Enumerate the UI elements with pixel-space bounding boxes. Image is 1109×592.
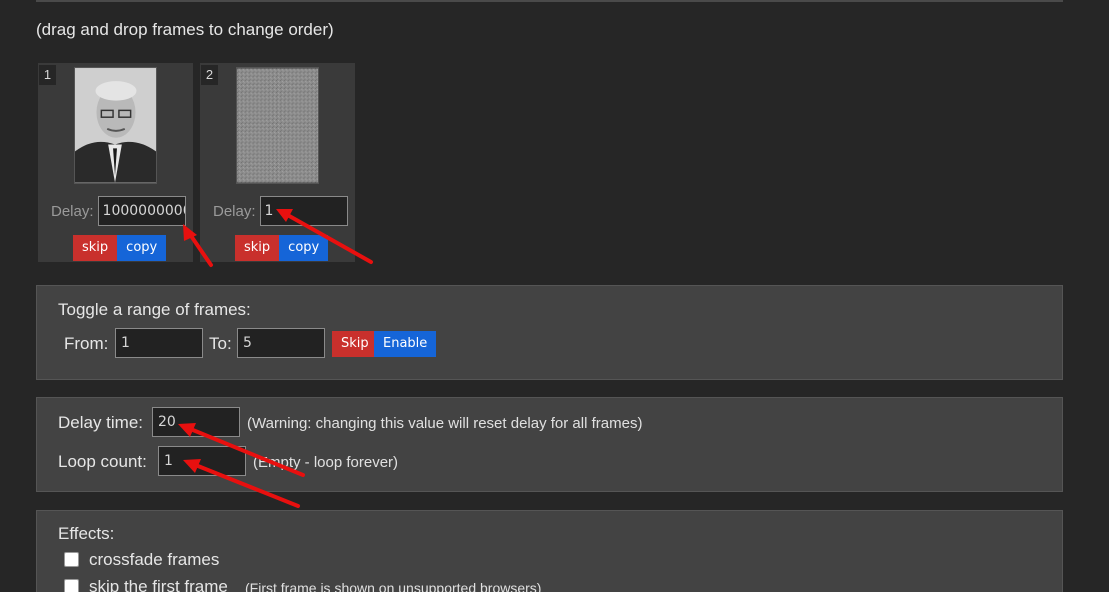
- skip-first-frame-note: (First frame is shown on unsupported bro…: [245, 580, 542, 592]
- to-frame-input[interactable]: 5: [237, 328, 325, 358]
- from-frame-input[interactable]: 1: [115, 328, 203, 358]
- frame-delay-input[interactable]: 1000000000: [97, 196, 186, 226]
- toggle-range-title: Toggle a range of frames:: [58, 300, 251, 319]
- delay-label: Delay:: [51, 202, 94, 220]
- frame-delay-row: Delay: 1: [213, 196, 348, 226]
- effects-panel: Effects: crossfade frames skip the first…: [36, 510, 1063, 592]
- loop-count-input[interactable]: 1: [158, 446, 246, 476]
- loop-forever-note: (Empty - loop forever): [253, 454, 399, 471]
- frame-delay-input[interactable]: 1: [259, 196, 348, 226]
- copy-frame-button[interactable]: copy: [279, 235, 329, 261]
- copy-frame-button[interactable]: copy: [117, 235, 167, 261]
- frame-card-1[interactable]: 1 Delay: 1000000000 skip copy: [38, 63, 193, 262]
- frame-thumbnail-portrait: [74, 67, 157, 184]
- loop-count-label: Loop count:: [58, 452, 147, 471]
- delay-label: Delay:: [213, 202, 256, 220]
- reorder-hint: (drag and drop frames to change order): [36, 20, 334, 39]
- crossfade-label: crossfade frames: [89, 550, 220, 569]
- delay-warning-note: (Warning: changing this value will reset…: [247, 415, 643, 432]
- frame-number: 2: [201, 65, 218, 85]
- timing-panel: Delay time: 20 (Warning: changing this v…: [36, 397, 1063, 492]
- skip-frame-button[interactable]: skip: [235, 235, 280, 261]
- frame-button-row: skip copy: [235, 235, 329, 261]
- from-label: From:: [64, 334, 109, 353]
- skip-frame-button[interactable]: skip: [73, 235, 118, 261]
- frame-delay-row: Delay: 1000000000: [51, 196, 186, 226]
- enable-range-button[interactable]: Enable: [374, 331, 437, 357]
- effects-title: Effects:: [58, 524, 115, 543]
- delay-time-input[interactable]: 20: [152, 407, 240, 437]
- top-panel-edge: [36, 0, 1063, 2]
- frame-card-2[interactable]: 2 Delay: 1 skip copy: [200, 63, 355, 262]
- skip-first-frame-label: skip the first frame: [89, 577, 228, 592]
- skip-first-frame-checkbox[interactable]: [64, 579, 79, 592]
- to-label: To:: [209, 334, 232, 353]
- toggle-range-panel: Toggle a range of frames: From: 1 To: 5 …: [36, 285, 1063, 380]
- frame-thumbnail-noise: [236, 67, 319, 184]
- crossfade-checkbox[interactable]: [64, 552, 79, 567]
- delay-time-label: Delay time:: [58, 413, 144, 432]
- frame-button-row: skip copy: [73, 235, 167, 261]
- frame-number: 1: [39, 65, 56, 85]
- skip-range-button[interactable]: Skip: [332, 331, 378, 357]
